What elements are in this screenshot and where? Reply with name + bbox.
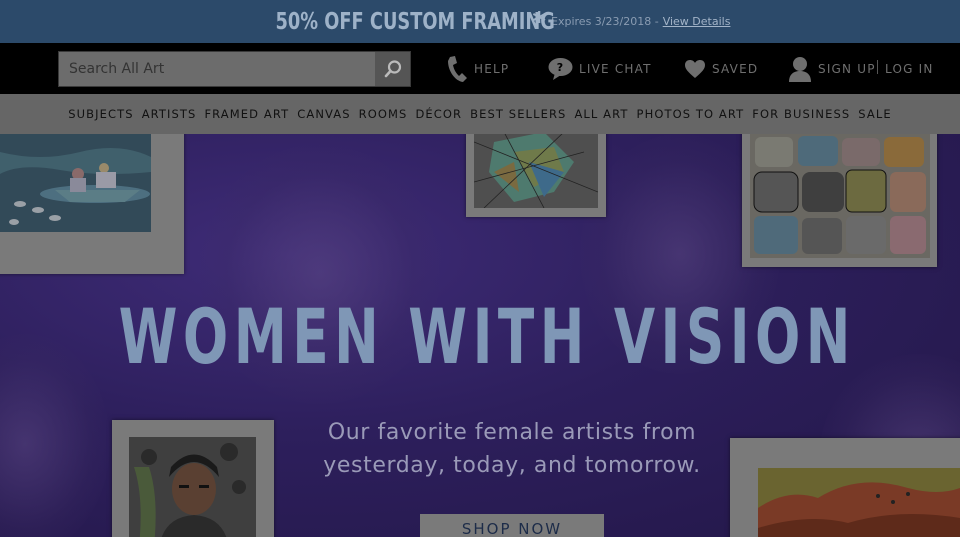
log-in-link[interactable]: LOG IN	[885, 43, 934, 94]
artwork-image	[474, 134, 598, 208]
artwork-image	[0, 134, 151, 232]
hero-subtitle: Our favorite female artists from yesterd…	[0, 416, 960, 482]
nav-item-framed-art[interactable]: FRAMED ART	[200, 107, 293, 121]
promo-banner: 50% OFF CUSTOM FRAMING * Expires 3/23/20…	[0, 0, 960, 43]
nav-item-for-business[interactable]: FOR BUSINESS	[748, 107, 854, 121]
nav-item-photos-to-art[interactable]: PHOTOS TO ART	[633, 107, 749, 121]
main-nav: SUBJECTS ARTISTS FRAMED ART CANVAS ROOMS…	[0, 94, 960, 134]
search-bar	[58, 51, 411, 87]
nav-item-all-art[interactable]: ALL ART	[570, 107, 632, 121]
help-link[interactable]: HELP	[446, 43, 509, 94]
live-chat-link[interactable]: ? LIVE CHAT	[548, 43, 652, 94]
user-icon	[789, 56, 811, 82]
live-chat-label: LIVE CHAT	[579, 61, 652, 76]
nav-item-rooms[interactable]: ROOMS	[355, 107, 412, 121]
heart-icon	[685, 59, 705, 78]
chat-bubble-icon: ?	[548, 57, 573, 80]
nav-item-sale[interactable]: SALE	[854, 107, 895, 121]
sign-up-label: SIGN UP	[818, 61, 876, 76]
saved-link[interactable]: SAVED	[684, 43, 758, 94]
log-in-label: LOG IN	[885, 61, 934, 76]
help-label: HELP	[474, 61, 510, 76]
hero-banner[interactable]: WOMEN WITH VISION Our favorite female ar…	[0, 134, 960, 537]
site-header: HELP ? LIVE CHAT SAVED SIGN UP LOG IN	[0, 43, 960, 94]
framed-artwork	[0, 134, 184, 274]
nav-item-subjects[interactable]: SUBJECTS	[64, 107, 137, 121]
nav-item-canvas[interactable]: CANVAS	[293, 107, 354, 121]
saved-label: SAVED	[712, 61, 759, 76]
nav-item-artists[interactable]: ARTISTS	[138, 107, 201, 121]
framed-artwork	[742, 134, 937, 267]
nav-item-decor[interactable]: DÉCOR	[411, 107, 466, 121]
view-details-link[interactable]: View Details	[663, 15, 731, 28]
framed-artwork	[466, 134, 606, 217]
search-input[interactable]	[59, 52, 376, 86]
artwork-image	[750, 134, 930, 258]
hero-subtitle-line-1: Our favorite female artists from	[327, 420, 697, 445]
promo-expiry-text: Expires 3/23/2018 -	[551, 15, 659, 28]
nav-item-best-sellers[interactable]: BEST SELLERS	[466, 107, 570, 121]
header-divider	[877, 60, 878, 74]
sign-up-link[interactable]: SIGN UP	[788, 43, 876, 94]
hero-title: WOMEN WITH VISION	[118, 292, 856, 381]
svg-text:?: ?	[557, 61, 565, 74]
search-icon	[384, 60, 401, 78]
hero-subtitle-line-2: yesterday, today, and tomorrow.	[323, 453, 701, 478]
search-button[interactable]	[375, 52, 410, 86]
promo-headline: 50% OFF CUSTOM FRAMING	[275, 8, 555, 35]
shop-now-button[interactable]: SHOP NOW	[420, 514, 604, 537]
phone-icon	[448, 55, 467, 82]
